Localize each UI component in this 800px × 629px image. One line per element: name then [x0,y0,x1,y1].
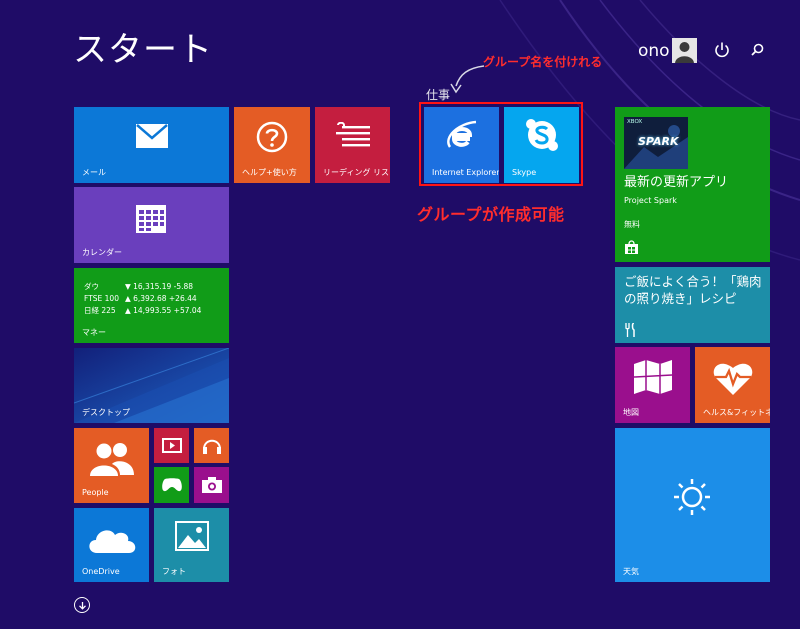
money-index-name: FTSE 100 [84,294,119,303]
tile-reading-list[interactable]: リーディング リスト [315,107,390,183]
gamepad-icon [162,478,182,492]
skype-icon [526,119,558,151]
camera-icon [202,477,222,493]
tile-desktop[interactable]: デスクトップ [74,348,229,423]
calendar-icon [136,205,166,233]
arrow-down-icon [78,601,86,610]
map-icon [633,360,673,394]
internet-explorer-icon [447,120,477,148]
tile-mail[interactable]: メール [74,107,229,183]
reading-list-icon [336,122,370,147]
annotation-group-creatable: グループが作成可能 [417,205,565,224]
tile-health-fitness[interactable]: ヘルス&フィットネス [695,347,770,423]
tile-video[interactable] [154,428,189,463]
money-index-name: 日経 225 [84,306,116,315]
tile-label: Skype [512,168,537,177]
sun-icon [674,479,710,515]
tile-label: カレンダー [82,248,122,257]
tile-label: デスクトップ [82,408,130,417]
money-index-value: ▼ 16,315.19 -5.88 [124,282,194,291]
spark-logo: SPARK [638,135,679,148]
tile-label: OneDrive [82,567,120,576]
headphones-icon [203,439,221,454]
tile-label: フォト [162,567,186,576]
store-tile-subtitle: Project Spark [624,196,677,205]
money-index-value: ▲ 6,392.68 +26.44 [124,294,197,303]
store-tile-title: 最新の更新アプリ [624,175,729,190]
tile-store[interactable]: XBOX SPARK 最新の更新アプリ Project Spark 無料 [615,107,770,262]
tile-onedrive[interactable]: OneDrive [74,508,149,582]
tile-label: 地図 [623,408,639,417]
project-spark-thumbnail: XBOX SPARK [624,117,688,169]
people-icon [90,443,134,476]
money-index-name: ダウ [84,282,99,291]
tile-label: People [82,488,109,497]
fork-knife-icon [625,323,635,337]
tile-calendar[interactable]: カレンダー [74,187,229,263]
tile-label: 天気 [623,567,639,576]
user-icon [675,42,694,63]
search-icon[interactable] [746,39,768,61]
tile-maps[interactable]: 地図 [615,347,690,423]
user-name[interactable]: ono [638,41,670,61]
tile-food-drink[interactable]: ご飯によく合う！「鶏肉の照り焼き」レシピ [615,267,770,343]
all-apps-button[interactable] [74,597,90,613]
tile-help[interactable]: ヘルプ+使い方 [234,107,310,183]
tile-music[interactable] [194,428,229,463]
food-tile-title: ご飯によく合う！「鶏肉の照り焼き」レシピ [624,274,762,306]
annotation-arrow [450,65,485,94]
group-name[interactable]: 仕事 [426,86,450,103]
store-bag-icon [625,240,638,254]
tile-camera[interactable] [194,467,229,503]
tile-games[interactable] [154,467,189,503]
annotation-group-naming: グループ名を付けれる [483,55,603,69]
tile-internet-explorer[interactable]: Internet Explorer [424,107,499,183]
video-icon [162,438,182,453]
tile-label: リーディング リスト [323,168,390,177]
tile-label: メール [82,168,106,177]
heart-pulse-icon [713,363,753,395]
tile-people[interactable]: People [74,428,149,503]
page-title: スタート [73,30,213,70]
tile-label: Internet Explorer [432,168,499,177]
store-tile-price: 無料 [624,220,640,229]
money-index-value: ▲ 14,993.55 +57.04 [124,306,202,315]
tile-photos[interactable]: フォト [154,508,229,582]
cloud-icon [89,530,136,553]
avatar[interactable] [672,38,697,63]
tile-money[interactable]: ダウ ▼ 16,315.19 -5.88 FTSE 100 ▲ 6,392.68 +… [74,268,229,343]
tile-skype[interactable]: Skype [504,107,579,183]
tile-label: マネー [82,328,106,337]
help-icon [256,121,288,153]
photo-icon [175,521,209,551]
tile-label: ヘルプ+使い方 [242,168,297,177]
tile-weather[interactable]: 天気 [615,428,770,582]
tile-label: ヘルス&フィットネス [703,408,770,417]
mail-icon [136,124,168,148]
money-table: ダウ ▼ 16,315.19 -5.88 FTSE 100 ▲ 6,392.68 +… [82,280,207,318]
power-icon[interactable] [711,39,733,61]
